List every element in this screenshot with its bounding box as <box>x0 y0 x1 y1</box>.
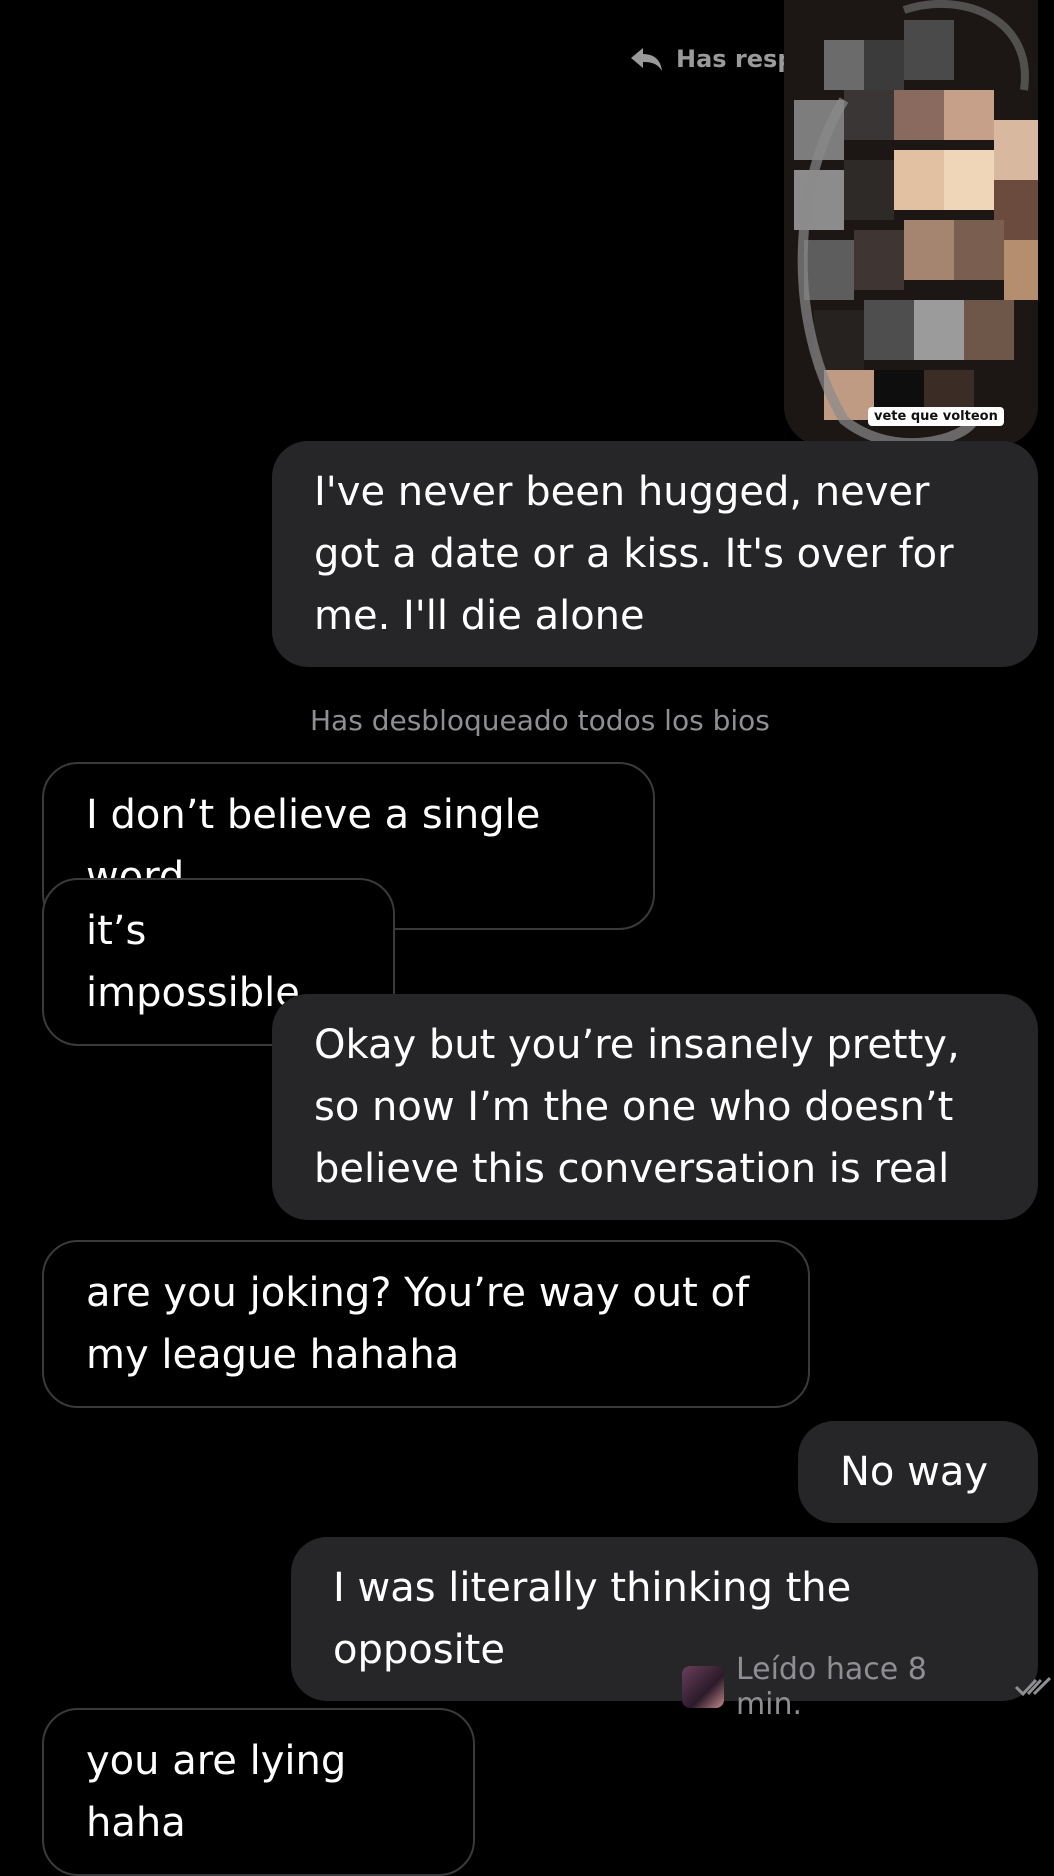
story-caption: vete que volteon <box>868 407 1004 426</box>
avatar <box>682 1666 724 1708</box>
read-receipt: Leído hace 8 min. <box>682 1652 1054 1722</box>
double-check-icon <box>1015 1676 1052 1697</box>
message-bubble-received[interactable]: are you joking? You’re way out of my lea… <box>42 1240 810 1408</box>
read-receipt-label: Leído hace 8 min. <box>735 1652 927 1722</box>
message-bubble-received[interactable]: you are lying haha <box>42 1708 475 1876</box>
message-bubble-sent[interactable]: I've never been hugged, never got a date… <box>272 441 1038 667</box>
story-thumbnail[interactable]: vete que volteon <box>784 0 1038 446</box>
message-bubble-sent[interactable]: No way <box>798 1421 1038 1523</box>
reply-arrow-icon <box>631 48 662 71</box>
system-notice: Has desbloqueado todos los bios <box>310 704 770 737</box>
scribble-overlay <box>797 0 1029 446</box>
message-bubble-sent[interactable]: Okay but you’re insanely pretty, so now … <box>272 994 1038 1220</box>
